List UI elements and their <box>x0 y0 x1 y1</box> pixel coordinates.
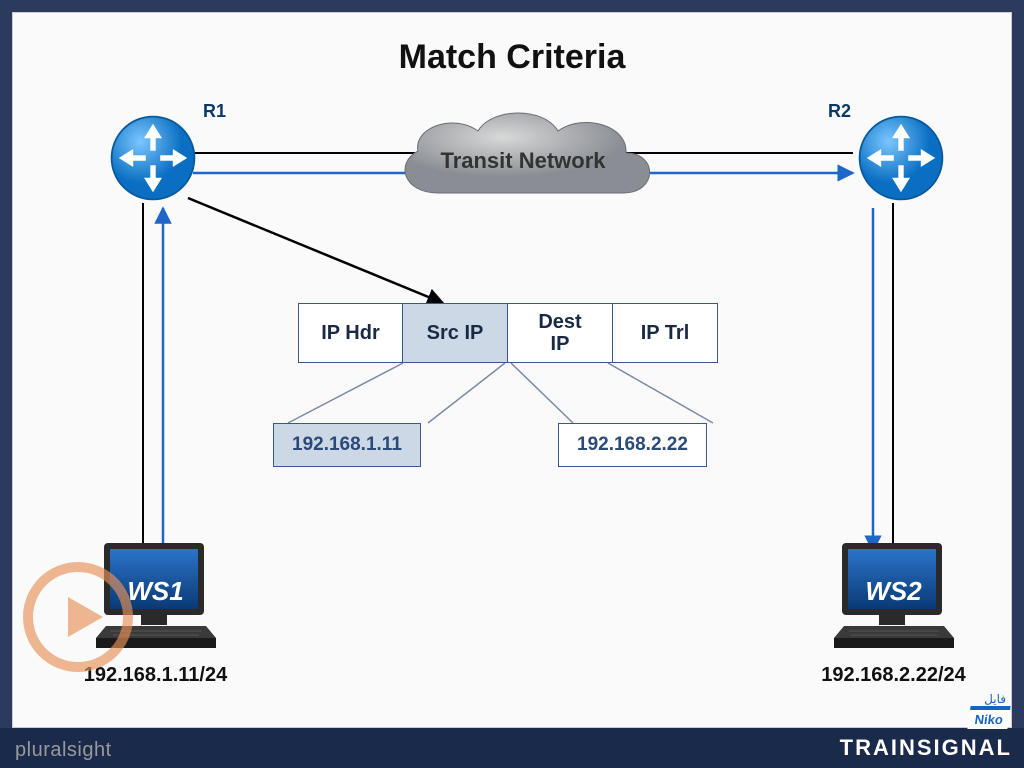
source-ip-box: 192.168.1.11 <box>273 423 421 467</box>
play-icon <box>23 562 133 672</box>
transit-cloud: Transit Network <box>383 103 663 218</box>
router-icon <box>108 113 198 203</box>
slide-area: Match Criteria <box>12 12 1012 728</box>
router-r1-label: R1 <box>203 101 226 122</box>
ws2-label: WS2 <box>865 576 921 607</box>
workstation-ws2: WS2 192.168.2.22/24 <box>816 538 971 687</box>
ws2-ip: 192.168.2.22/24 <box>816 664 971 687</box>
slide-title: Match Criteria <box>13 38 1011 77</box>
packet-field-ip-hdr: IP Hdr <box>298 303 403 363</box>
packet-field-dest-ip: Dest IP <box>508 303 613 363</box>
router-r2-label: R2 <box>828 101 851 122</box>
niko-badge: Niko <box>967 706 1010 729</box>
router-icon <box>856 113 946 203</box>
router-r1: R1 <box>108 113 198 203</box>
router-r2: R2 <box>856 113 946 203</box>
footer-bar: فایل Niko TRAINSIGNAL <box>0 728 1024 768</box>
niko-ar-label: فایل <box>984 692 1006 706</box>
packet-field-src-ip: Src IP <box>403 303 508 363</box>
trainsignal-logo: TRAINSIGNAL <box>840 735 1012 761</box>
dest-ip-box: 192.168.2.22 <box>558 423 707 467</box>
ws1-label: WS1 <box>127 576 183 607</box>
packet-field-ip-trl: IP Trl <box>613 303 718 363</box>
cloud-label: Transit Network <box>383 148 663 174</box>
pluralsight-watermark: pluralsight <box>15 739 112 762</box>
packet-fields: IP Hdr Src IP Dest IP IP Trl <box>298 303 718 363</box>
play-button-overlay[interactable] <box>23 562 133 672</box>
